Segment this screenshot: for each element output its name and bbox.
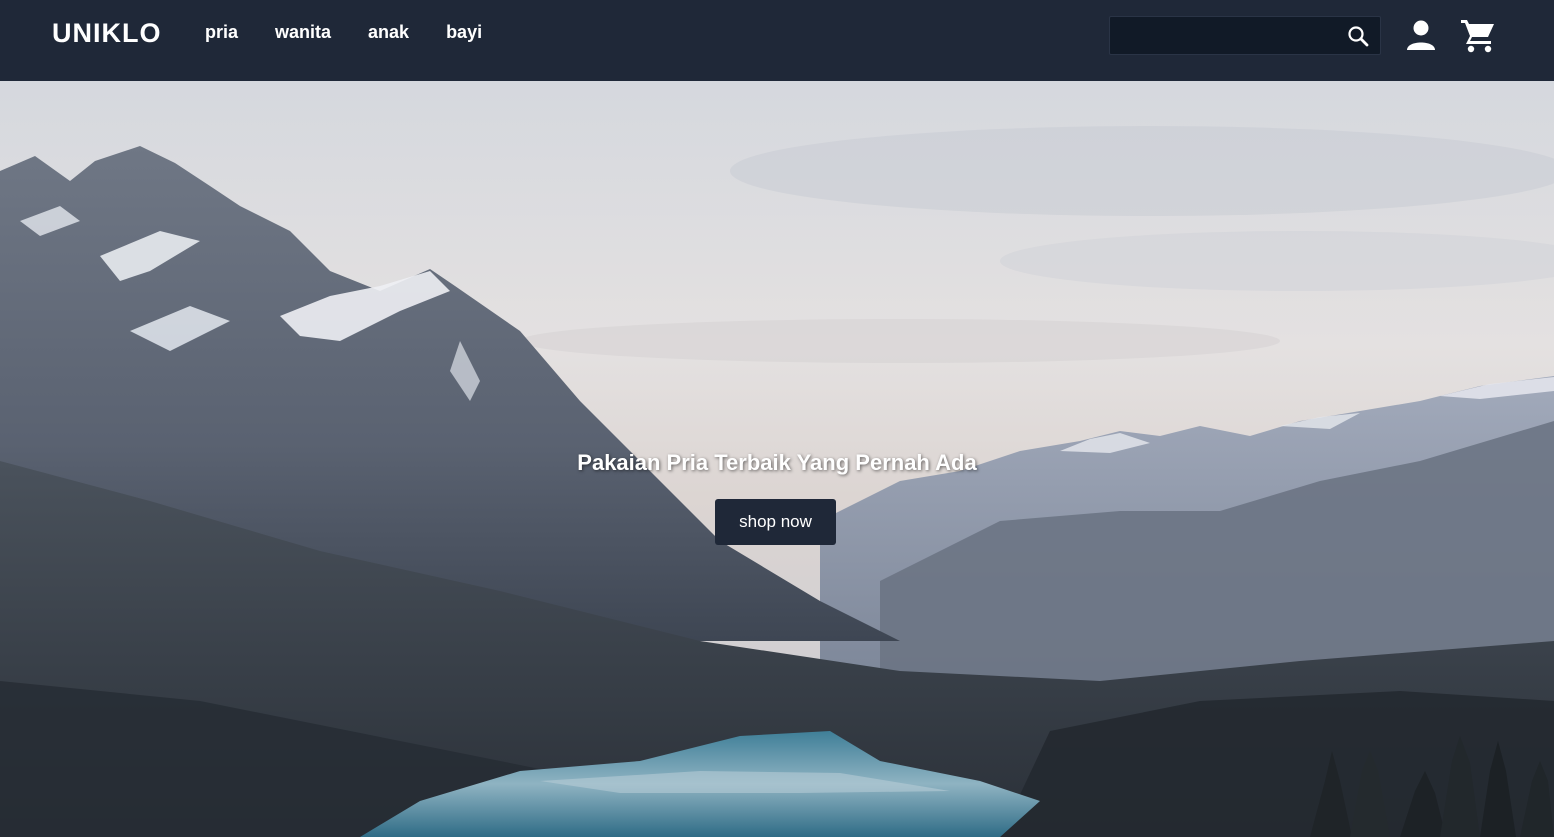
search-icon[interactable] <box>1346 24 1370 48</box>
search-box <box>1109 16 1381 55</box>
shop-now-button[interactable]: shop now <box>715 499 836 545</box>
hero-title: Pakaian Pria Terbaik Yang Pernah Ada <box>577 450 977 475</box>
cart-icon[interactable] <box>1458 15 1498 55</box>
hero-banner: Pakaian Pria Terbaik Yang Pernah Ada sho… <box>0 81 1554 837</box>
top-navbar: UNIKLO pria wanita anak bayi <box>0 0 1554 81</box>
brand-logo[interactable]: UNIKLO <box>52 18 162 49</box>
search-input[interactable] <box>1110 17 1340 54</box>
nav-link-anak[interactable]: anak <box>368 22 409 43</box>
user-icon[interactable] <box>1404 18 1438 52</box>
main-nav: pria wanita anak bayi <box>205 22 482 43</box>
nav-link-bayi[interactable]: bayi <box>446 22 482 43</box>
nav-link-wanita[interactable]: wanita <box>275 22 331 43</box>
nav-link-pria[interactable]: pria <box>205 22 238 43</box>
